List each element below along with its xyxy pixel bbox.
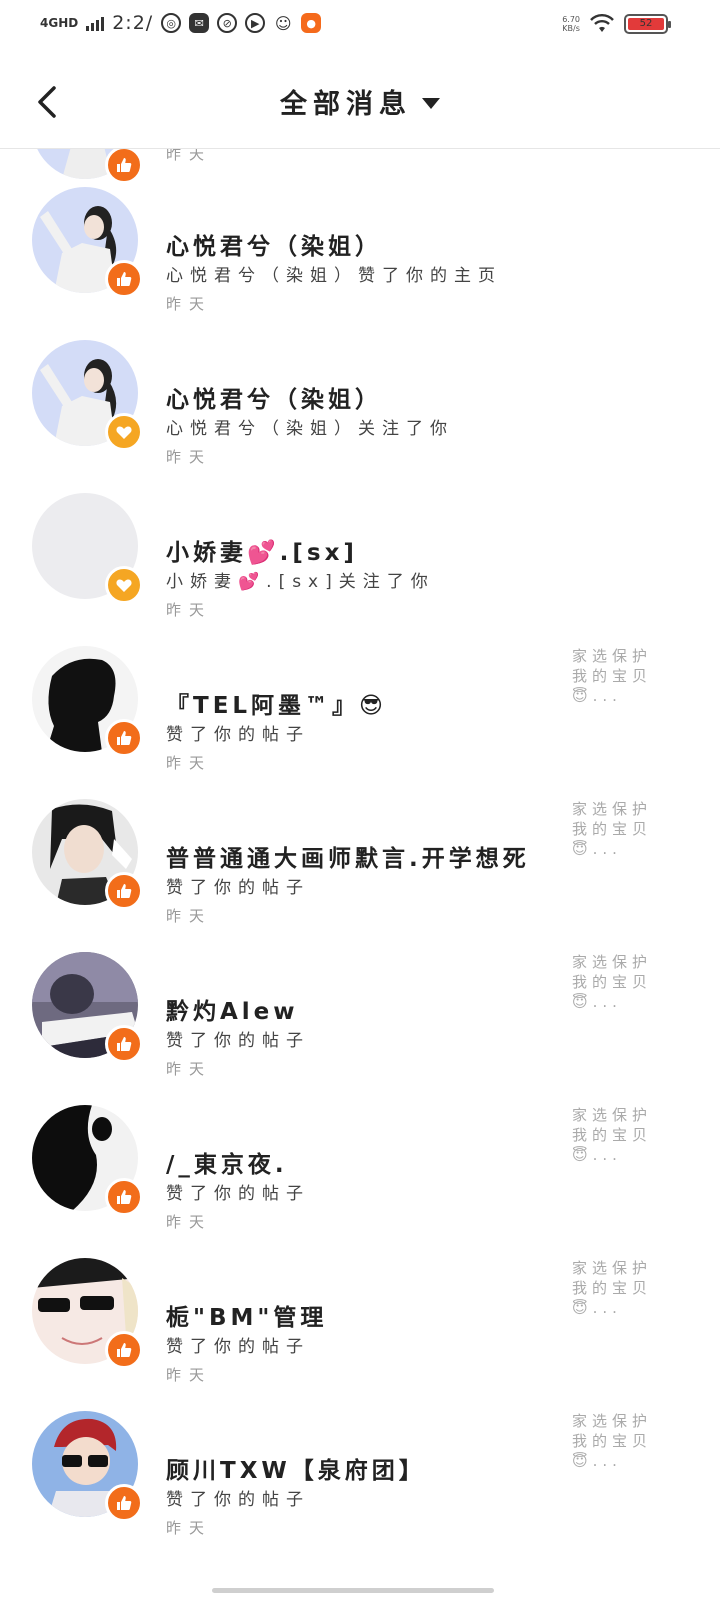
message-filter-dropdown[interactable]: 全部消息: [280, 82, 440, 121]
heart-badge-icon: [105, 566, 143, 604]
wifi-icon: [590, 14, 614, 32]
item-action: 小娇妻💕.[sx]关注了你: [166, 572, 435, 592]
battery-level: 52: [639, 18, 653, 29]
item-name[interactable]: 黔灼Alew: [166, 992, 299, 1026]
referenced-post-preview[interactable]: 家选保护我的宝贝😇...: [572, 1411, 668, 1471]
item-action: 赞了你的帖子: [166, 878, 310, 898]
list-item-partial[interactable]: 昨天: [0, 149, 720, 189]
like-badge-icon: [105, 149, 143, 184]
item-name[interactable]: 栀"BM"管理: [166, 1298, 327, 1332]
item-time: 昨天: [166, 601, 213, 619]
heart-badge-icon: [105, 413, 143, 451]
network-speed: 6.70 KB/s: [562, 15, 580, 33]
item-action: 赞了你的帖子: [166, 1184, 310, 1204]
mail-app-icon: ✉: [189, 13, 210, 33]
message-list: 心悦君兮（染姐） 心悦君兮（染姐）赞了你的主页 昨天 心悦君兮（染姐） 心悦君兮…: [0, 187, 720, 1566]
item-name[interactable]: 小娇妻💕.[sx]: [166, 533, 358, 567]
page-title: 全部消息: [280, 89, 412, 120]
item-action: 赞了你的帖子: [166, 1337, 310, 1357]
battery-icon: 52: [624, 14, 671, 34]
speed-value: 6.70: [562, 15, 580, 24]
item-time: 昨天: [166, 907, 213, 925]
like-badge-icon: [105, 719, 143, 757]
item-time: 昨天: [166, 295, 213, 313]
status-bar: 4GHD 2:2/ ◎ ✉ ⊘ ▶ ☺ ● 6.70 KB/s 52: [0, 0, 720, 56]
list-item[interactable]: 心悦君兮（染姐） 心悦君兮（染姐）赞了你的主页 昨天: [0, 187, 720, 342]
item-time: 昨天: [166, 1213, 213, 1231]
item-name[interactable]: /_東京夜.: [166, 1145, 288, 1179]
video-app-icon: ▶: [245, 13, 266, 33]
weibo-app-icon: ◎: [161, 13, 182, 33]
home-indicator[interactable]: [212, 1588, 494, 1593]
like-badge-icon: [105, 1025, 143, 1063]
item-time: 昨天: [166, 754, 213, 772]
item-name[interactable]: 『TEL阿墨™』😎: [166, 686, 387, 720]
referenced-post-preview[interactable]: 家选保护我的宝贝😇...: [572, 952, 668, 1012]
like-badge-icon: [105, 1331, 143, 1369]
item-action: 赞了你的帖子: [166, 1490, 310, 1510]
caret-down-icon: [422, 98, 440, 109]
list-item[interactable]: 栀"BM"管理 赞了你的帖子 昨天 家选保护我的宝贝😇...: [0, 1258, 720, 1413]
app-icon: ⊘: [217, 13, 238, 33]
referenced-post-preview[interactable]: 家选保护我的宝贝😇...: [572, 799, 668, 859]
speed-unit: KB/s: [562, 24, 580, 33]
status-left: 4GHD 2:2/ ◎ ✉ ⊘ ▶ ☺ ●: [40, 12, 322, 34]
clock: 2:2/: [112, 12, 154, 34]
referenced-post-preview[interactable]: 家选保护我的宝贝😇...: [572, 646, 668, 706]
item-name[interactable]: 心悦君兮（染姐）: [166, 227, 382, 261]
item-action: 心悦君兮（染姐）赞了你的主页: [166, 266, 502, 286]
item-name[interactable]: 心悦君兮（染姐）: [166, 380, 382, 414]
list-item[interactable]: /_東京夜. 赞了你的帖子 昨天 家选保护我的宝贝😇...: [0, 1105, 720, 1260]
item-time: 昨天: [166, 1060, 213, 1078]
list-item[interactable]: 小娇妻💕.[sx] 小娇妻💕.[sx]关注了你 昨天: [0, 493, 720, 648]
header: 全部消息: [0, 56, 720, 149]
wechat-app-icon: ☺: [274, 13, 292, 33]
kuaishou-app-icon: ●: [301, 13, 322, 33]
item-time: 昨天: [166, 149, 213, 163]
like-badge-icon: [105, 872, 143, 910]
signal-icon: [86, 15, 105, 31]
like-badge-icon: [105, 1484, 143, 1522]
list-item[interactable]: 黔灼Alew 赞了你的帖子 昨天 家选保护我的宝贝😇...: [0, 952, 720, 1107]
list-item[interactable]: 顾川TXW【泉府团】 赞了你的帖子 昨天 家选保护我的宝贝😇...: [0, 1411, 720, 1566]
item-action: 赞了你的帖子: [166, 725, 310, 745]
like-badge-icon: [105, 260, 143, 298]
referenced-post-preview[interactable]: 家选保护我的宝贝😇...: [572, 1258, 668, 1318]
referenced-post-preview[interactable]: 家选保护我的宝贝😇...: [572, 1105, 668, 1165]
item-time: 昨天: [166, 1519, 213, 1537]
list-item[interactable]: 心悦君兮（染姐） 心悦君兮（染姐）关注了你 昨天: [0, 340, 720, 495]
page-title-area: 全部消息: [0, 82, 720, 121]
status-right: 6.70 KB/s 52: [562, 14, 671, 34]
item-action: 心悦君兮（染姐）关注了你: [166, 419, 454, 439]
item-action: 赞了你的帖子: [166, 1031, 310, 1051]
item-time: 昨天: [166, 1366, 213, 1384]
item-time: 昨天: [166, 448, 213, 466]
like-badge-icon: [105, 1178, 143, 1216]
network-type: 4GHD: [40, 16, 79, 30]
item-name[interactable]: 顾川TXW【泉府团】: [166, 1451, 426, 1485]
list-item[interactable]: 『TEL阿墨™』😎 赞了你的帖子 昨天 家选保护我的宝贝😇...: [0, 646, 720, 801]
item-name[interactable]: 普普通通大画师默言.开学想死: [166, 839, 530, 873]
list-item[interactable]: 普普通通大画师默言.开学想死 赞了你的帖子 昨天 家选保护我的宝贝😇...: [0, 799, 720, 954]
